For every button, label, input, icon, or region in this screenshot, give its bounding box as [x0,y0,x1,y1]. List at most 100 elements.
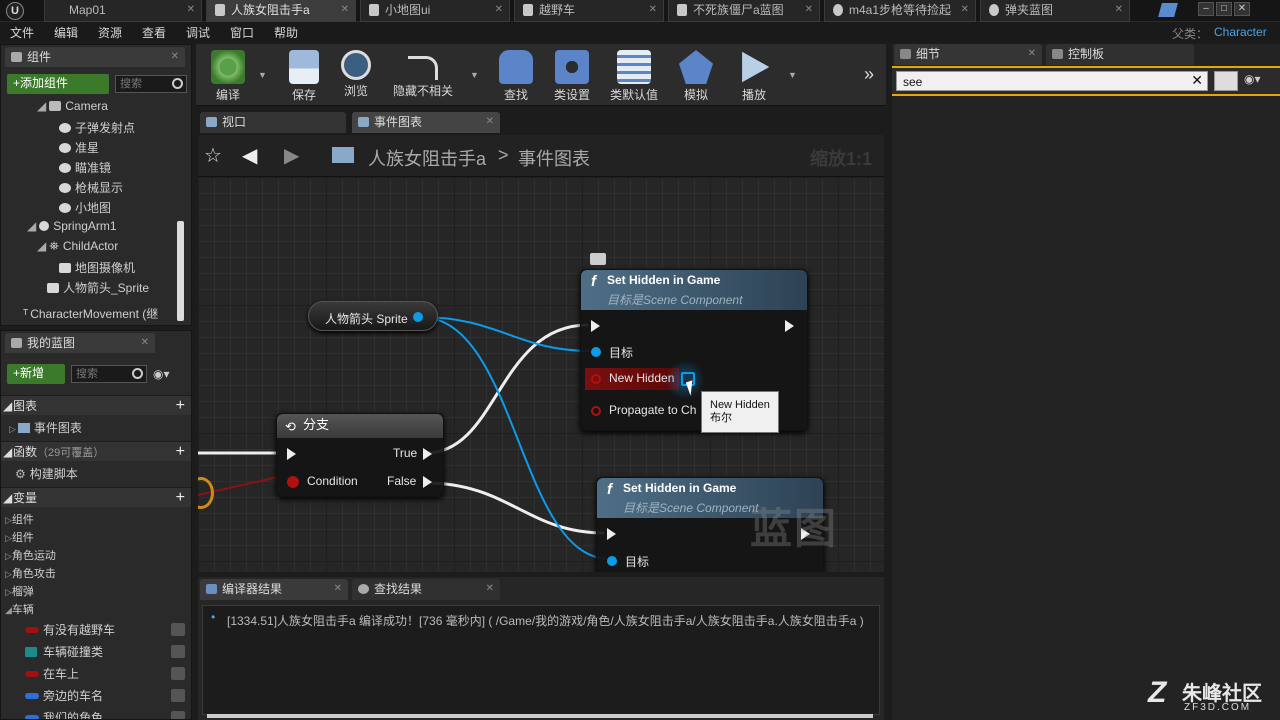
tab-details[interactable]: 细节 ✕ [894,44,1042,65]
eye-icon[interactable] [171,667,185,680]
compile-options-arrow[interactable]: ▼ [258,70,267,80]
var-category-grenade[interactable]: ▷榴弹 [5,583,34,599]
visibility-eye-icon[interactable]: ◉▾ [153,367,170,381]
exec-out-pin[interactable] [785,320,794,332]
exec-in-pin[interactable] [287,448,296,460]
eye-icon[interactable] [171,623,185,636]
forward-arrow-icon[interactable]: ▶ [284,143,299,168]
menu-assets[interactable]: 资源 [98,24,122,41]
visibility-eye-icon[interactable]: ◉▾ [1244,72,1261,86]
exec-in-pin[interactable] [607,528,616,540]
simulate-button[interactable]: 模拟 [668,44,724,106]
eye-icon[interactable] [171,711,185,719]
save-button[interactable]: 保存 [276,44,332,106]
log-scrollbar[interactable] [207,714,873,718]
tree-item-scope[interactable]: 瞄准镜 [59,159,111,176]
doc-tab-magazine[interactable]: 弹夹蓝图 ✕ [980,0,1130,22]
tree-item-muzzle[interactable]: 子弹发射点 [59,119,135,136]
close-icon[interactable]: ✕ [334,579,342,599]
close-icon[interactable]: ✕ [649,0,657,20]
variable-row[interactable]: 我们的角色 [1,707,191,719]
menu-file[interactable]: 文件 [10,24,34,41]
notification-icon[interactable] [1158,3,1178,17]
target-pin[interactable] [591,347,601,357]
tree-item-crosshair[interactable]: 准星 [59,139,99,156]
exec-in-pin[interactable] [591,320,600,332]
close-icon[interactable]: ✕ [495,0,503,20]
doc-tab-zombie[interactable]: 不死族僵尸a蓝图 ✕ [668,0,820,22]
event-graph-canvas[interactable]: 人物箭头 Sprite ⟲ 分支 Condition True False f Se… [198,177,884,572]
close-icon[interactable]: ✕ [961,0,969,20]
back-arrow-icon[interactable]: ◀ [242,143,257,168]
section-variables[interactable]: ◢ 变量 + [1,487,191,507]
minimize-button[interactable]: – [1198,2,1214,16]
close-icon[interactable]: ✕ [486,112,494,132]
maximize-button[interactable]: □ [1216,2,1232,16]
doc-tab-minimap[interactable]: 小地图ui ✕ [360,0,510,22]
variable-row[interactable]: 有没有越野车 [1,619,191,641]
variable-row[interactable]: 车辆碰撞类 [1,641,191,663]
tree-item-sprite[interactable]: 人物箭头_Sprite [47,279,149,296]
close-icon[interactable]: ✕ [486,579,494,599]
var-category-components2[interactable]: ▷组件 [5,529,34,545]
tree-item-mapcamera[interactable]: 地图摄像机 [59,259,135,276]
var-category-vehicle[interactable]: ◢车辆 [5,601,34,617]
eye-icon[interactable] [171,645,185,658]
play-options-arrow[interactable]: ▼ [788,70,797,80]
tab-my-blueprint[interactable]: 我的蓝图 ✕ [5,333,155,353]
close-icon[interactable]: ✕ [187,0,195,20]
var-category-components1[interactable]: ▷组件 [5,511,34,527]
tree-item-childactor[interactable]: ◢ ⛯ ChildActor [37,239,118,254]
construct-script-item[interactable]: ⚙ 构建脚本 [15,465,78,482]
comment-bubble-icon[interactable] [590,253,606,265]
sprite-variable-node[interactable]: 人物箭头 Sprite [308,301,438,331]
close-icon[interactable]: ✕ [1028,44,1036,64]
doc-tab-map01[interactable]: Map01 ✕ [44,0,202,22]
branch-node[interactable]: ⟲ 分支 Condition True False [276,413,444,497]
close-icon[interactable]: ✕ [805,0,813,20]
section-functions[interactable]: ◢ 函数（29可覆盖） + [1,441,191,461]
add-variable-button[interactable]: + [176,488,185,508]
menu-view[interactable]: 查看 [142,24,166,41]
add-component-button[interactable]: +添加组件 [7,74,109,94]
variable-row[interactable]: 旁边的车名 [1,685,191,707]
tree-item-springarm[interactable]: ◢ SpringArm1 [27,219,117,233]
class-defaults-button[interactable]: 类默认值 [604,44,664,106]
target-pin[interactable] [607,556,617,566]
tab-components[interactable]: 组件 ✕ [5,47,185,67]
doc-tab-sniper[interactable]: 人族女阻击手a ✕ [206,0,356,22]
find-button[interactable]: 查找 [488,44,544,106]
doc-tab-m4a1[interactable]: m4a1步枪等待捡起 ✕ [824,0,976,22]
tree-item-movement[interactable]: ᵀ CharacterMovement (继 [23,305,158,322]
add-function-button[interactable]: + [176,442,185,462]
play-button[interactable]: 播放 [726,44,782,106]
hide-unrelated-options-arrow[interactable]: ▼ [470,70,479,80]
tree-item-weapon[interactable]: 枪械显示 [59,179,123,196]
breadcrumb-root[interactable]: 人族女阻击手a [368,145,486,171]
section-graphs[interactable]: ◢ 图表 + [1,395,191,415]
output-pin[interactable] [413,312,423,322]
component-search-input[interactable]: 搜索 [115,75,187,93]
compile-button[interactable]: 编译 [200,44,256,106]
hide-unrelated-button[interactable]: 隐藏不相关 [388,44,458,106]
close-icon[interactable]: ✕ [141,333,149,353]
add-graph-button[interactable]: + [176,396,185,416]
add-new-button[interactable]: +新增 [7,364,65,384]
property-matrix-icon[interactable] [1214,71,1238,91]
menu-edit[interactable]: 编辑 [54,24,78,41]
doc-tab-offroad[interactable]: 越野车 ✕ [514,0,664,22]
propagate-pin[interactable] [591,406,601,416]
false-exec-pin[interactable] [423,476,432,488]
favorite-star-icon[interactable]: ☆ [204,143,222,168]
toolbar-overflow-icon[interactable]: » [864,64,874,85]
tab-find-results[interactable]: 查找结果 ✕ [352,579,500,600]
window-close-button[interactable]: ✕ [1234,2,1250,16]
close-icon[interactable]: ✕ [171,47,179,67]
component-scrollbar[interactable] [177,221,184,321]
clear-search-icon[interactable]: ✕ [1191,72,1203,89]
variable-row[interactable]: 在车上 [1,663,191,685]
tab-viewport[interactable]: 视口 [200,112,346,133]
new-hidden-pin[interactable] [591,374,601,384]
parent-class-link[interactable]: Character [1214,25,1267,39]
tab-palette[interactable]: 控制板 [1046,44,1194,65]
